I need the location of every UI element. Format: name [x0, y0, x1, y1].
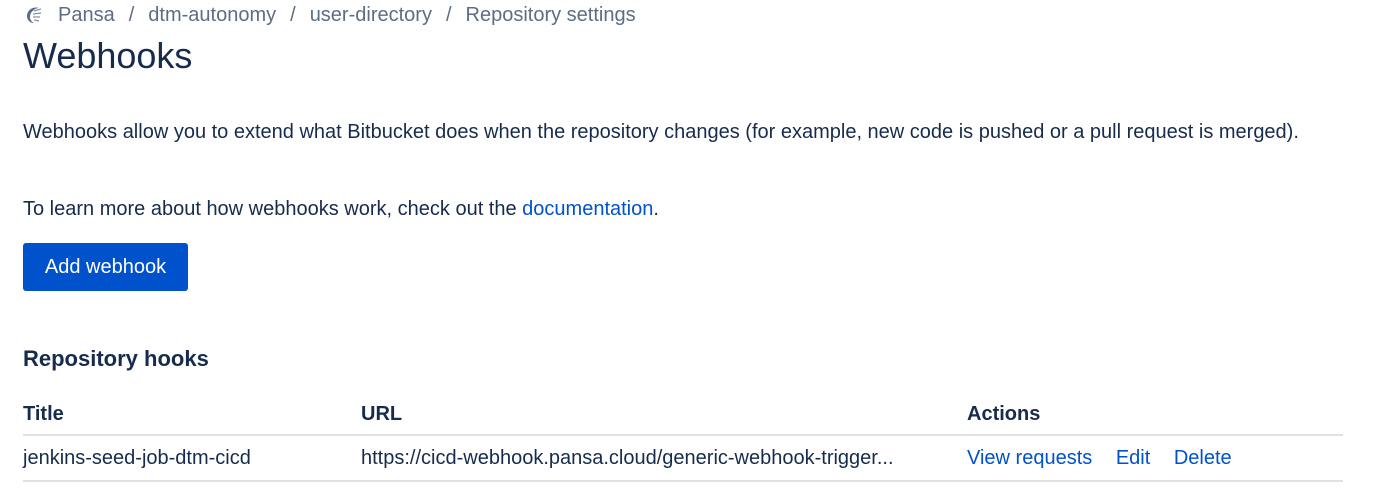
hook-title: jenkins-seed-job-dtm-cicd [23, 435, 361, 482]
breadcrumb-separator: / [128, 3, 135, 26]
table-row: jenkins-seed-job-dtm-cicd https://cicd-w… [23, 435, 1343, 482]
delete-link[interactable]: Delete [1174, 447, 1232, 469]
repository-hooks-table: Title URL Actions jenkins-seed-job-dtm-c… [23, 394, 1343, 482]
breadcrumb-workspace[interactable]: Pansa [58, 4, 115, 27]
webhooks-settings-page: Pansa / dtm-autonomy / user-directory / … [0, 0, 1374, 502]
hook-actions: View requests Edit Delete [967, 435, 1343, 482]
view-requests-link[interactable]: View requests [967, 447, 1092, 469]
learn-more-suffix: . [653, 198, 659, 220]
hook-url: https://cicd-webhook.pansa.cloud/generic… [361, 446, 894, 469]
breadcrumb-repository-settings[interactable]: Repository settings [466, 4, 636, 27]
table-header-row: Title URL Actions [23, 394, 1343, 436]
breadcrumb: Pansa / dtm-autonomy / user-directory / … [24, 2, 636, 28]
hook-url-cell: https://cicd-webhook.pansa.cloud/generic… [361, 435, 967, 482]
edit-link[interactable]: Edit [1116, 447, 1150, 469]
breadcrumb-project[interactable]: dtm-autonomy [148, 4, 276, 27]
workspace-logo-icon[interactable] [24, 5, 44, 25]
learn-more-text: To learn more about how webhooks work, c… [23, 195, 659, 224]
breadcrumb-separator: / [445, 3, 452, 26]
page-title: Webhooks [23, 35, 193, 76]
column-header-title: Title [23, 394, 361, 436]
column-header-actions: Actions [967, 394, 1343, 436]
column-header-url: URL [361, 394, 967, 436]
webhooks-description: Webhooks allow you to extend what Bitbuc… [23, 121, 1299, 143]
learn-more-prefix: To learn more about how webhooks work, c… [23, 198, 523, 220]
repository-hooks-heading: Repository hooks [23, 346, 209, 371]
add-webhook-button[interactable]: Add webhook [23, 243, 188, 291]
documentation-link[interactable]: documentation [522, 198, 653, 220]
breadcrumb-repository[interactable]: user-directory [310, 4, 432, 27]
breadcrumb-separator: / [290, 3, 296, 26]
